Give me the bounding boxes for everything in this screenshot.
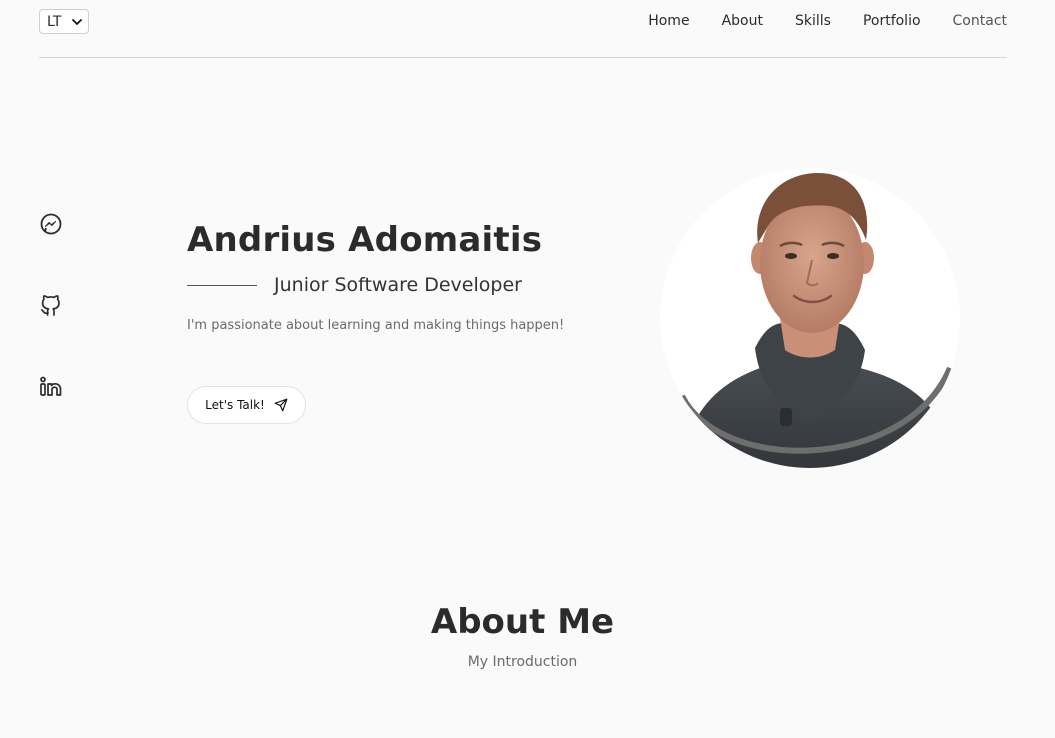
hero-subtitle: Junior Software Developer (274, 274, 522, 296)
linkedin-icon (40, 376, 62, 396)
linkedin-link[interactable] (39, 375, 63, 399)
messenger-link[interactable] (39, 212, 63, 236)
github-icon (40, 295, 60, 316)
main-nav: Home About Skills Portfolio Contact (616, 12, 1007, 30)
nav-contact[interactable]: Contact (953, 12, 1007, 30)
nav-portfolio[interactable]: Portfolio (863, 12, 921, 30)
messenger-icon (40, 213, 62, 235)
language-select-value: LT (47, 13, 62, 30)
nav-home[interactable]: Home (648, 12, 689, 30)
nav-skills[interactable]: Skills (795, 12, 831, 30)
about-subtitle: My Introduction (467, 654, 578, 670)
portfolio-page: LT Home About Skills Portfolio Contact A… (0, 0, 1055, 738)
profile-photo (660, 168, 960, 468)
language-select[interactable]: LT (39, 9, 89, 34)
hero-tagline: I'm passionate about learning and making… (187, 318, 565, 333)
nav-about[interactable]: About (722, 12, 763, 30)
lets-talk-label: Let's Talk! (205, 398, 265, 412)
chevron-down-icon (72, 19, 82, 25)
github-link[interactable] (39, 293, 63, 317)
send-icon (274, 398, 288, 412)
profile-photo-icon (679, 173, 955, 468)
about-title: About Me (430, 602, 615, 642)
subtitle-divider (187, 284, 257, 286)
hero-name: Andrius Adomaitis (187, 220, 543, 260)
site-header: LT Home About Skills Portfolio Contact (39, 0, 1007, 58)
hero-subtitle-row: Junior Software Developer (187, 274, 522, 296)
lets-talk-button[interactable]: Let's Talk! (187, 386, 306, 424)
